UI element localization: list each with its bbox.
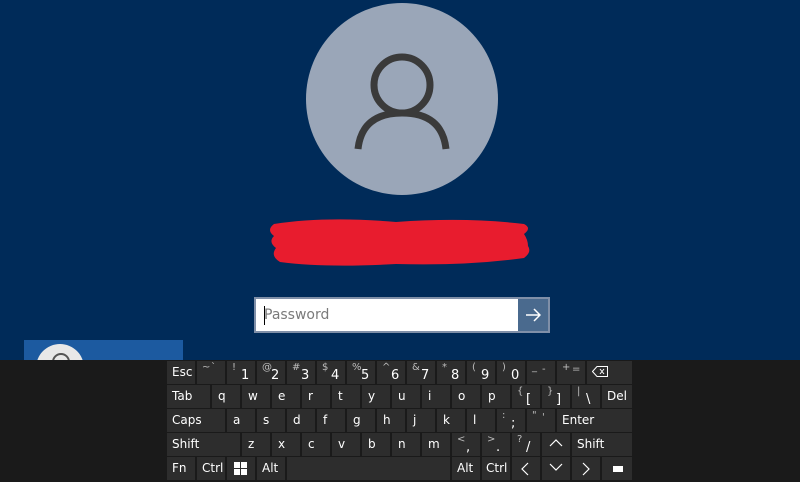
chevron-right-icon [582,462,590,476]
key-shift-left[interactable]: Shift [167,433,240,456]
key-del[interactable]: Del [602,385,632,408]
key-alt-right[interactable]: Alt [452,457,480,480]
keyboard-icon [613,466,623,472]
key-fn[interactable]: Fn [167,457,195,480]
key-right-brace[interactable]: }] [542,385,570,408]
key-y[interactable]: y [362,385,390,408]
key-tab[interactable]: Tab [167,385,210,408]
key-space[interactable] [287,457,450,480]
key-c[interactable]: c [302,433,330,456]
key-7[interactable]: & 7 [407,361,435,384]
key-k[interactable]: k [437,409,465,432]
submit-button[interactable] [518,299,548,331]
key-p[interactable]: p [482,385,510,408]
key-h[interactable]: h [377,409,405,432]
key-g[interactable]: g [347,409,375,432]
key-pipe[interactable]: | \ [572,385,600,408]
redacted-username [270,219,530,266]
key-q[interactable]: q [212,385,240,408]
key-3[interactable]: #3 [287,361,315,384]
key-i[interactable]: i [422,385,450,408]
chevron-up-icon [549,439,563,447]
key-u[interactable]: u [392,385,420,408]
key-backspace[interactable] [587,361,632,384]
key-f[interactable]: f [317,409,345,432]
arrow-right-icon [526,308,541,322]
key-2[interactable]: @2 [257,361,285,384]
key-esc[interactable]: Esc [167,361,195,384]
key-0[interactable]: ) 0 [497,361,525,384]
key-s[interactable]: s [257,409,285,432]
key-colon[interactable]: :; [497,409,525,432]
password-box [254,297,550,333]
key-left-brace[interactable]: {[ [512,385,540,408]
key-arrow-right[interactable] [572,457,600,480]
key-x[interactable]: x [272,433,300,456]
key-greater-than[interactable]: >. [482,433,510,456]
key-shift-right[interactable]: Shift [572,433,632,456]
chevron-down-icon [549,463,563,471]
key-caps[interactable]: Caps [167,409,225,432]
key-4[interactable]: $4 [317,361,345,384]
key-5[interactable]: % 5 [347,361,375,384]
key-9[interactable]: (9 [467,361,495,384]
key-e[interactable]: e [272,385,300,408]
key-d[interactable]: d [287,409,315,432]
key-w[interactable]: w [242,385,270,408]
key-1[interactable]: ! 1 [227,361,255,384]
user-avatar [306,3,498,195]
key-minus[interactable]: _ - [527,361,555,384]
key-t[interactable]: t [332,385,360,408]
key-less-than[interactable]: <, [452,433,480,456]
key-o[interactable]: o [452,385,480,408]
key-m[interactable]: m [422,433,450,456]
text-caret [264,306,265,325]
key-menu[interactable] [602,457,632,480]
key-a[interactable]: a [227,409,255,432]
key-ctrl-left[interactable]: Ctrl [197,457,225,480]
chevron-left-icon [521,462,529,476]
windows-icon [234,462,247,475]
key-windows[interactable] [227,457,255,480]
key-v[interactable]: v [332,433,360,456]
key-alt-left[interactable]: Alt [257,457,285,480]
key-enter[interactable]: Enter [557,409,632,432]
key-n[interactable]: n [392,433,420,456]
key-equal[interactable]: + = [557,361,585,384]
key-r[interactable]: r [302,385,330,408]
key-ctrl-right[interactable]: Ctrl [482,457,510,480]
key-z[interactable]: z [242,433,270,456]
key-b[interactable]: b [362,433,390,456]
key-arrow-left[interactable] [512,457,540,480]
key-tilde[interactable]: ~ ` [197,361,225,384]
person-icon [354,53,450,150]
on-screen-keyboard: Esc ~ ` ! 1 @2 #3 $4 % 5 ^ 6 & 7 * 8 (9 ) 0 _ - … [167,360,632,480]
key-quote[interactable]: " ' [527,409,555,432]
key-6[interactable]: ^ 6 [377,361,405,384]
password-input[interactable] [256,299,518,331]
key-arrow-down[interactable] [542,457,570,480]
key-question[interactable]: ? / [512,433,540,456]
backspace-icon [592,366,608,377]
key-arrow-up[interactable] [542,433,570,456]
key-l[interactable]: l [467,409,495,432]
key-8[interactable]: * 8 [437,361,465,384]
key-j[interactable]: j [407,409,435,432]
